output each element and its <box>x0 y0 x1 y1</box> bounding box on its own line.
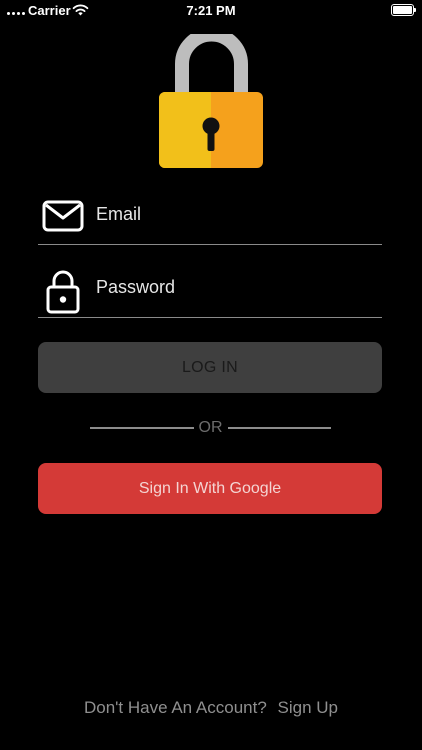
password-input[interactable] <box>96 258 376 317</box>
login-button[interactable]: LOG IN <box>38 342 382 393</box>
wifi-icon <box>72 4 89 16</box>
lock-icon <box>46 270 80 314</box>
status-bar: Carrier 7:21 PM <box>0 0 422 22</box>
signup-footer: Don't Have An Account? Sign Up <box>0 698 422 718</box>
no-account-prompt: Don't Have An Account? <box>83 698 267 717</box>
signup-link[interactable]: Sign Up <box>278 698 338 717</box>
google-signin-button[interactable]: Sign In With Google <box>38 463 382 514</box>
divider-line-right <box>227 427 331 429</box>
carrier-label: Carrier <box>28 3 71 18</box>
email-field-row <box>38 185 382 245</box>
or-divider: OR <box>90 418 331 438</box>
divider-line-left <box>90 427 194 429</box>
envelope-icon <box>42 200 84 232</box>
cellular-signal-icon <box>7 12 25 15</box>
padlock-logo-icon <box>159 34 263 168</box>
or-label: OR <box>198 419 223 436</box>
password-field-row <box>38 258 382 318</box>
email-input[interactable] <box>96 185 376 244</box>
battery-icon <box>391 4 416 16</box>
